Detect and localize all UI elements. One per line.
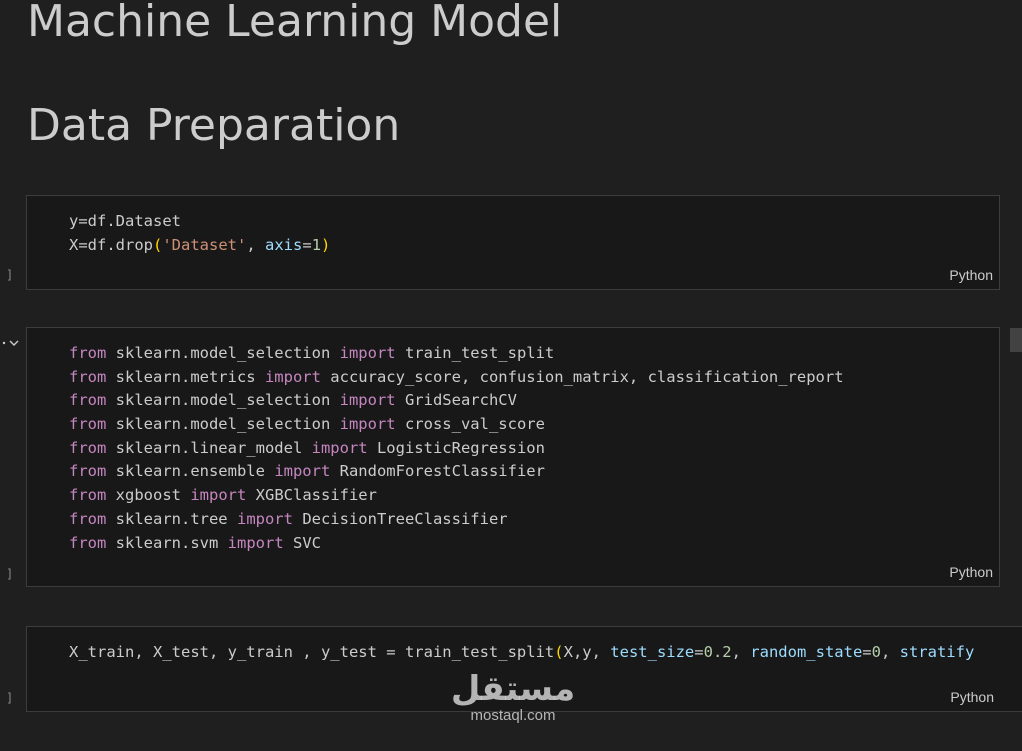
notebook-editor: Machine Learning Model Data Preparation … (0, 0, 1022, 751)
code-token-paren: ( (554, 643, 564, 661)
code-token-kw: import (236, 509, 293, 528)
watermark-text: mostaql.com (470, 707, 556, 724)
code-token: sklearn.tree (106, 509, 237, 528)
code-token: y=df.Dataset (69, 212, 181, 230)
code-token-num: 0 (871, 643, 881, 661)
code-line: from sklearn.ensemble import RandomFores… (69, 460, 844, 484)
code-token: sklearn.model_selection (106, 391, 340, 410)
code-line: from xgboost import XGBClassifier (69, 484, 844, 508)
code-token: , (731, 643, 751, 661)
cell-language-label[interactable]: Python (950, 689, 994, 705)
markdown-heading-data-preparation: Data Preparation (27, 100, 401, 151)
code-token-kw: from (69, 509, 107, 528)
code-token: , (246, 235, 266, 254)
code-token-kw: import (311, 438, 368, 457)
execution-count-marker: ] (6, 567, 14, 581)
code-token-kw: from (69, 438, 107, 457)
code-token: RandomForestClassifier (330, 462, 545, 481)
code-token-num: 1 (311, 235, 322, 254)
code-line: y=df.Dataset (69, 210, 330, 234)
code-token: X=df.drop (69, 235, 153, 254)
code-token-kw: import (339, 415, 396, 434)
watermark: مستقل mostaql.com (448, 672, 578, 726)
code-cell-imports[interactable]: from sklearn.model_selection import trai… (26, 327, 1000, 587)
code-token-kw: import (274, 462, 331, 481)
code-token-str: 'Dataset' (162, 235, 247, 254)
code-token: DecisionTreeClassifier (292, 509, 508, 528)
code-token: X_train, X_test, y_train , y_test = trai… (69, 643, 555, 661)
code-token: = (302, 235, 312, 254)
cell-language-label[interactable]: Python (949, 564, 993, 580)
code-token-kw: from (69, 415, 107, 434)
code-line: from sklearn.tree import DecisionTreeCla… (69, 508, 844, 532)
watermark-logo: مستقل (450, 669, 576, 709)
code-token-kw: import (264, 367, 321, 386)
code-token-kw: from (69, 391, 107, 410)
code-line: X_train, X_test, y_train , y_test = trai… (69, 641, 974, 665)
code-token-num: 0.2 (703, 643, 732, 661)
code-line: from sklearn.model_selection import cros… (69, 413, 844, 437)
code-editor[interactable]: from sklearn.model_selection import trai… (69, 342, 844, 555)
code-token: = (694, 643, 704, 661)
code-token-param: test_size (610, 643, 695, 661)
code-token-kw: import (190, 486, 247, 505)
code-token: xgboost (106, 486, 191, 505)
scrollbar-thumb[interactable] (1010, 328, 1022, 352)
code-token: LogisticRegression (367, 438, 545, 457)
execution-count-marker: ] (6, 268, 14, 282)
code-token: accuracy_score, confusion_matrix, classi… (320, 367, 844, 386)
code-token: cross_val_score (395, 415, 545, 434)
cell-language-label[interactable]: Python (949, 267, 993, 283)
code-token-param: stratify (899, 643, 975, 661)
chevron-down-icon[interactable] (2, 334, 20, 346)
code-line: from sklearn.svm import SVC (69, 532, 844, 556)
code-token-param: axis (265, 235, 303, 254)
code-token-kw: from (69, 367, 107, 386)
code-token: train_test_split (395, 344, 555, 362)
code-token-kw: from (69, 344, 107, 362)
code-token: X,y, (563, 643, 611, 661)
execution-count-marker: ] (6, 691, 14, 705)
code-line: from sklearn.metrics import accuracy_sco… (69, 366, 844, 390)
code-line: X=df.drop('Dataset', axis=1) (69, 234, 330, 258)
code-token: SVC (283, 533, 321, 552)
code-line: from sklearn.model_selection import Grid… (69, 389, 844, 413)
code-token: sklearn.model_selection (106, 415, 340, 434)
code-editor[interactable]: X_train, X_test, y_train , y_test = trai… (69, 641, 974, 665)
code-token-param: random_state (750, 643, 863, 661)
code-token-kw: from (69, 533, 107, 552)
code-token: sklearn.svm (106, 533, 228, 552)
code-line: from sklearn.model_selection import trai… (69, 342, 844, 366)
code-token-kw: import (339, 391, 396, 410)
code-line: from sklearn.linear_model import Logisti… (69, 437, 844, 461)
code-token-kw: import (339, 344, 396, 362)
code-editor[interactable]: y=df.Dataset X=df.drop('Dataset', axis=1) (69, 210, 330, 257)
code-token: sklearn.model_selection (106, 344, 340, 362)
code-token: = (862, 643, 872, 661)
code-token-kw: import (227, 533, 284, 552)
code-token-paren: ) (321, 235, 331, 254)
code-token-kw: from (69, 462, 107, 481)
code-token: , (880, 643, 900, 661)
code-token: sklearn.linear_model (106, 438, 312, 457)
markdown-heading-machine-learning-model: Machine Learning Model (27, 0, 563, 47)
code-token: XGBClassifier (246, 486, 377, 505)
code-token-paren: ( (153, 235, 163, 254)
code-token: GridSearchCV (395, 391, 517, 410)
code-token: sklearn.metrics (106, 367, 265, 386)
code-token: sklearn.ensemble (106, 462, 275, 481)
code-cell-target-split[interactable]: y=df.Dataset X=df.drop('Dataset', axis=1)… (26, 195, 1000, 290)
code-token-kw: from (69, 486, 107, 505)
